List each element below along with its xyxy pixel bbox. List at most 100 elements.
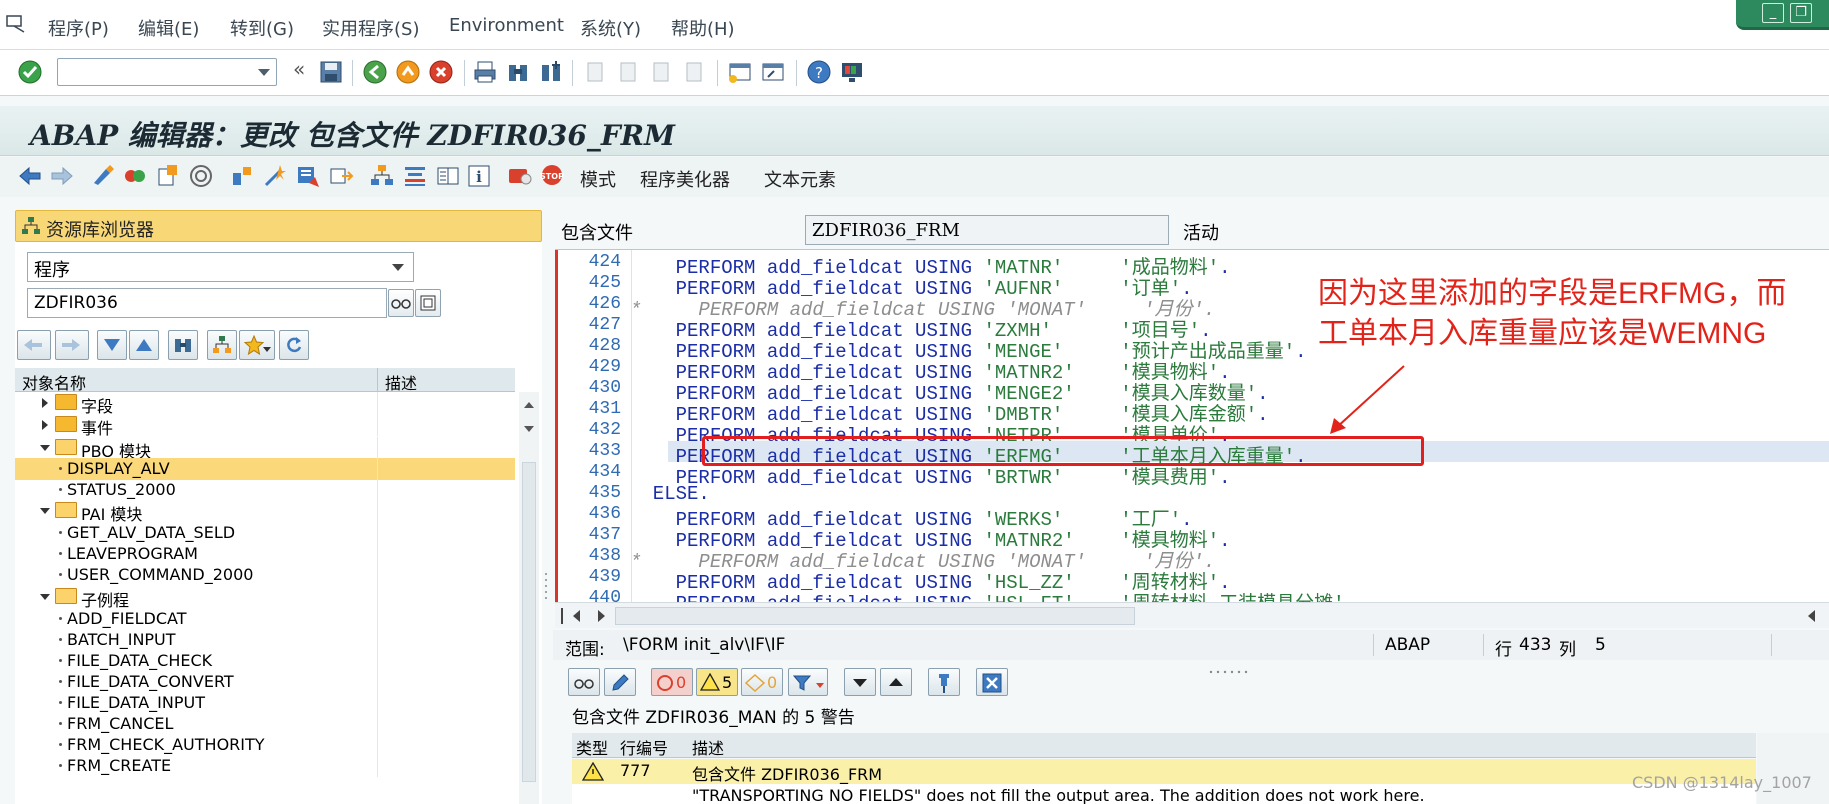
previous-message-button[interactable] bbox=[880, 668, 912, 696]
menu-utilities[interactable]: 实用程序(S) bbox=[322, 15, 419, 41]
tree-folder-node[interactable]: PAI 模块 bbox=[15, 500, 515, 524]
scroll-down-icon[interactable] bbox=[524, 426, 534, 432]
infos-filter-button[interactable]: 0 bbox=[741, 668, 783, 696]
favorites-button[interactable] bbox=[239, 330, 275, 360]
breakpoint-session-icon[interactable] bbox=[507, 163, 533, 189]
fold-marker-icon[interactable]: ◦ bbox=[658, 487, 664, 498]
scrollbar-thumb[interactable] bbox=[522, 462, 536, 782]
display-glasses-button[interactable] bbox=[388, 289, 414, 317]
info-icon[interactable]: i bbox=[466, 163, 492, 189]
tree-item[interactable]: BATCH_INPUT bbox=[15, 629, 515, 651]
cancel-icon[interactable] bbox=[428, 59, 454, 85]
menu-system[interactable]: 系统(Y) bbox=[580, 15, 641, 41]
collapse-all-button[interactable] bbox=[129, 330, 159, 360]
edit-button[interactable] bbox=[604, 668, 636, 696]
expand-down-icon[interactable] bbox=[40, 508, 50, 514]
menu-goto[interactable]: 转到(G) bbox=[230, 15, 294, 41]
forward-arrow-icon[interactable] bbox=[49, 163, 75, 189]
find-next-icon[interactable] bbox=[538, 59, 564, 85]
object-type-select[interactable]: 程序 bbox=[27, 252, 414, 282]
scroll-end-icon[interactable] bbox=[1808, 610, 1815, 622]
expand-right-icon[interactable] bbox=[42, 420, 48, 430]
back-arrow-icon[interactable] bbox=[17, 163, 43, 189]
split-screen-icon[interactable] bbox=[435, 163, 461, 189]
editor-horizontal-scrollbar[interactable] bbox=[555, 602, 1829, 628]
tree-item[interactable]: FILE_DATA_CONVERT bbox=[15, 671, 515, 693]
warnings-filter-button[interactable]: 5 bbox=[696, 668, 738, 696]
check-icon[interactable] bbox=[188, 163, 214, 189]
tree-item[interactable]: USER_COMMAND_2000 bbox=[15, 564, 515, 586]
messages-scrollbar[interactable] bbox=[1757, 733, 1829, 804]
filter-button[interactable] bbox=[788, 668, 828, 696]
tree-folder-node[interactable]: 事件 bbox=[15, 414, 515, 438]
messages-splitter[interactable] bbox=[1208, 660, 1250, 674]
navigation-window-icon[interactable] bbox=[328, 163, 354, 189]
back-icon[interactable] bbox=[362, 59, 388, 85]
scrollbar-thumb[interactable] bbox=[615, 607, 1135, 625]
save-icon[interactable] bbox=[318, 59, 344, 85]
menu-edit[interactable]: 编辑(E) bbox=[138, 15, 199, 41]
other-object-icon[interactable] bbox=[155, 163, 181, 189]
tree-scrollbar[interactable] bbox=[519, 392, 539, 804]
tree-item[interactable]: FILE_DATA_INPUT bbox=[15, 692, 515, 714]
expand-all-button[interactable] bbox=[97, 330, 127, 360]
next-page-icon[interactable] bbox=[648, 59, 674, 85]
menu-environment[interactable]: Environment bbox=[449, 15, 564, 36]
close-messages-button[interactable] bbox=[976, 668, 1008, 696]
menu-program[interactable]: 程序(P) bbox=[48, 15, 109, 41]
expand-down-icon[interactable] bbox=[40, 445, 50, 451]
column-description[interactable]: 描述 bbox=[385, 370, 417, 394]
display-details-button[interactable] bbox=[568, 668, 600, 696]
chevron-down-icon[interactable] bbox=[258, 69, 270, 76]
minimize-icon[interactable]: _ bbox=[1762, 3, 1784, 23]
enhance-icon[interactable] bbox=[402, 163, 428, 189]
expand-right-icon[interactable] bbox=[42, 398, 48, 408]
scroll-left-icon[interactable] bbox=[573, 610, 580, 622]
tree-item[interactable]: DISPLAY_ALV bbox=[15, 458, 515, 480]
previous-object-button[interactable] bbox=[17, 330, 51, 360]
repository-browser-header[interactable]: 资源库浏览器 bbox=[15, 210, 542, 242]
command-field[interactable] bbox=[57, 58, 277, 86]
column-object-name[interactable]: 对象名称 bbox=[22, 370, 86, 394]
new-session-icon[interactable] bbox=[727, 59, 753, 85]
object-name-input[interactable]: ZDFIR036 bbox=[27, 288, 387, 318]
object-list-icon[interactable] bbox=[369, 163, 395, 189]
tree-item[interactable]: FRM_CREATE bbox=[15, 755, 515, 777]
previous-page-icon[interactable] bbox=[615, 59, 641, 85]
chevron-double-left-icon[interactable]: « bbox=[293, 57, 319, 83]
tree-item[interactable]: GET_ALV_DATA_SELD bbox=[15, 522, 515, 544]
first-page-icon[interactable] bbox=[582, 59, 608, 85]
column-line-number[interactable]: 行编号 bbox=[620, 735, 668, 759]
code-line[interactable]: PERFORM add_fieldcat USING 'BRTWR' '模具费用… bbox=[670, 462, 1231, 489]
pin-button[interactable] bbox=[928, 668, 960, 696]
mode-button[interactable]: 模式 bbox=[580, 166, 616, 192]
code-line[interactable]: ELSE. bbox=[653, 483, 710, 505]
code-line[interactable]: PERFORM add_fieldcat USING 'HSL_FT' '周转材… bbox=[670, 588, 1356, 602]
menu-help[interactable]: 帮助(H) bbox=[671, 15, 735, 41]
last-page-icon[interactable] bbox=[681, 59, 707, 85]
system-menu-icon[interactable] bbox=[6, 14, 28, 34]
external-breakpoint-icon[interactable]: STOP bbox=[540, 163, 566, 189]
tree-folder-node[interactable]: 子例程 bbox=[15, 586, 515, 610]
help-icon[interactable]: ? bbox=[806, 59, 832, 85]
tree-folder-node[interactable]: PBO 模块 bbox=[15, 437, 515, 461]
exit-icon[interactable] bbox=[395, 59, 421, 85]
pretty-printer-button[interactable]: 程序美化器 bbox=[640, 166, 730, 192]
value-help-button[interactable] bbox=[415, 289, 441, 317]
find-icon[interactable] bbox=[505, 59, 531, 85]
expand-down-icon[interactable] bbox=[40, 594, 50, 600]
message-detail-row[interactable]: "TRANSPORTING NO FIELDS" does not fill t… bbox=[572, 784, 1756, 804]
scroll-right-icon[interactable] bbox=[598, 610, 605, 622]
tree-item[interactable]: FILE_DATA_CHECK bbox=[15, 650, 515, 672]
print-icon[interactable] bbox=[472, 59, 498, 85]
tree-item[interactable]: ADD_FIELDCAT bbox=[15, 608, 515, 630]
display-change-icon[interactable] bbox=[90, 163, 116, 189]
scroll-up-icon[interactable] bbox=[524, 402, 534, 408]
restore-icon[interactable]: ❐ bbox=[1790, 3, 1812, 23]
tree-item[interactable]: STATUS_2000 bbox=[15, 479, 515, 501]
find-button[interactable] bbox=[168, 330, 198, 360]
chevron-down-icon[interactable] bbox=[392, 264, 404, 271]
active-inactive-icon[interactable] bbox=[122, 163, 148, 189]
column-divider[interactable] bbox=[377, 368, 378, 392]
column-type[interactable]: 类型 bbox=[576, 735, 608, 759]
